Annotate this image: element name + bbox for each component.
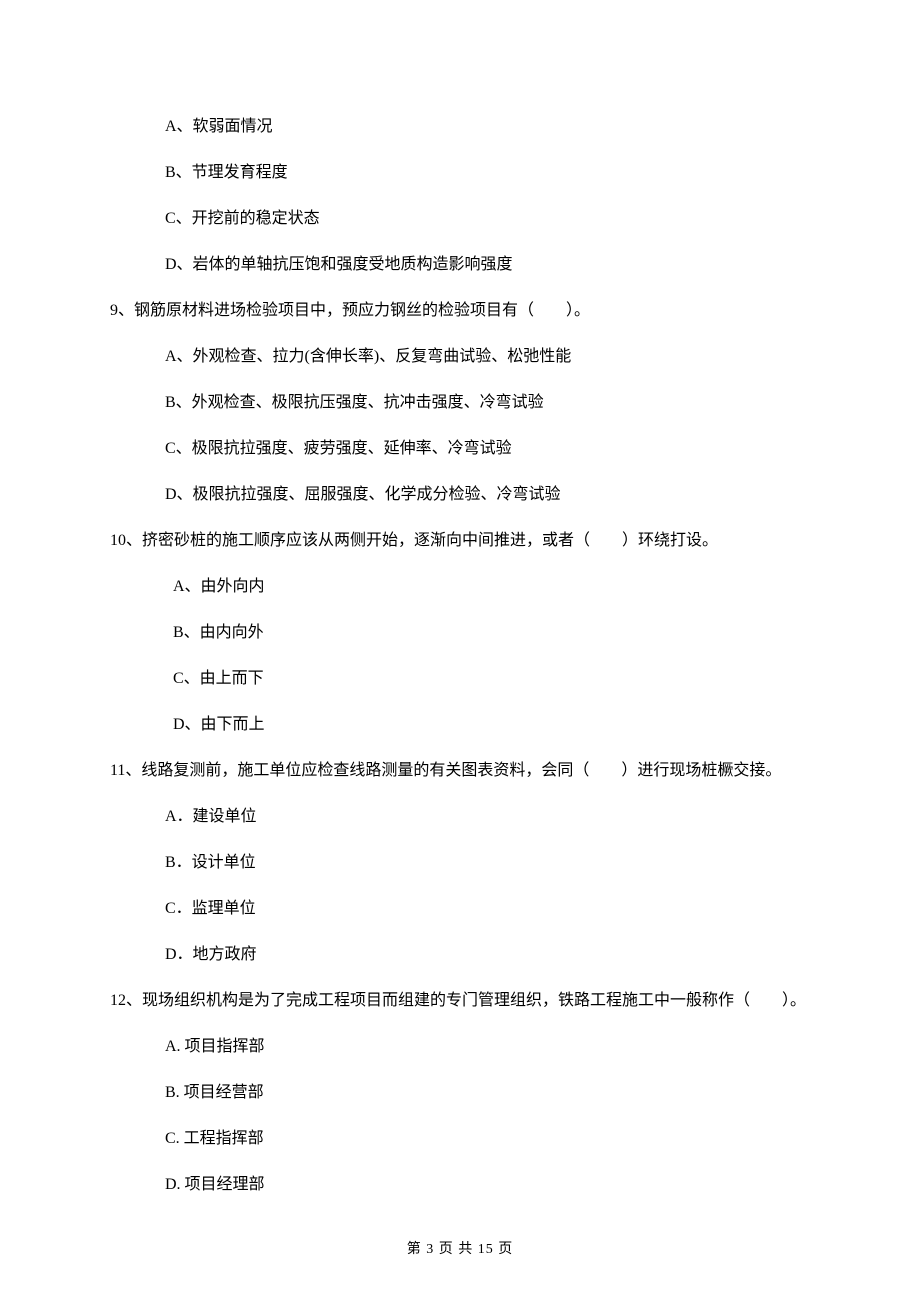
- page-footer: 第 3 页 共 15 页: [0, 1239, 920, 1260]
- q11-option-b: B．设计单位: [165, 851, 810, 875]
- q12-stem: 12、现场组织机构是为了完成工程项目而组建的专门管理组织，铁路工程施工中一般称作…: [110, 989, 810, 1013]
- q9-option-c: C、极限抗拉强度、疲劳强度、延伸率、冷弯试验: [165, 437, 810, 461]
- q8-option-d: D、岩体的单轴抗压饱和强度受地质构造影响强度: [165, 253, 810, 277]
- q10-option-c: C、由上而下: [173, 667, 810, 691]
- q8-option-b: B、节理发育程度: [165, 161, 810, 185]
- page-content: A、软弱面情况 B、节理发育程度 C、开挖前的稳定状态 D、岩体的单轴抗压饱和强…: [0, 0, 920, 1197]
- q10-stem: 10、挤密砂桩的施工顺序应该从两侧开始，逐渐向中间推进，或者（ ）环绕打设。: [110, 529, 810, 553]
- q10-option-d: D、由下而上: [173, 713, 810, 737]
- q9-option-b: B、外观检查、极限抗压强度、抗冲击强度、冷弯试验: [165, 391, 810, 415]
- q11-option-c: C．监理单位: [165, 897, 810, 921]
- q12-option-a: A. 项目指挥部: [165, 1035, 810, 1059]
- q9-stem: 9、钢筋原材料进场检验项目中，预应力钢丝的检验项目有（ ）。: [110, 299, 810, 323]
- q10-option-a: A、由外向内: [173, 575, 810, 599]
- q10-option-b: B、由内向外: [173, 621, 810, 645]
- q12-option-d: D. 项目经理部: [165, 1173, 810, 1197]
- q9-option-d: D、极限抗拉强度、屈服强度、化学成分检验、冷弯试验: [165, 483, 810, 507]
- q8-option-a: A、软弱面情况: [165, 115, 810, 139]
- q11-option-a: A．建设单位: [165, 805, 810, 829]
- q11-stem: 11、线路复测前，施工单位应检查线路测量的有关图表资料，会同（ ）进行现场桩橛交…: [110, 759, 810, 783]
- q12-option-c: C. 工程指挥部: [165, 1127, 810, 1151]
- q8-option-c: C、开挖前的稳定状态: [165, 207, 810, 231]
- q12-option-b: B. 项目经营部: [165, 1081, 810, 1105]
- q9-option-a: A、外观检查、拉力(含伸长率)、反复弯曲试验、松弛性能: [165, 345, 810, 369]
- q11-option-d: D．地方政府: [165, 943, 810, 967]
